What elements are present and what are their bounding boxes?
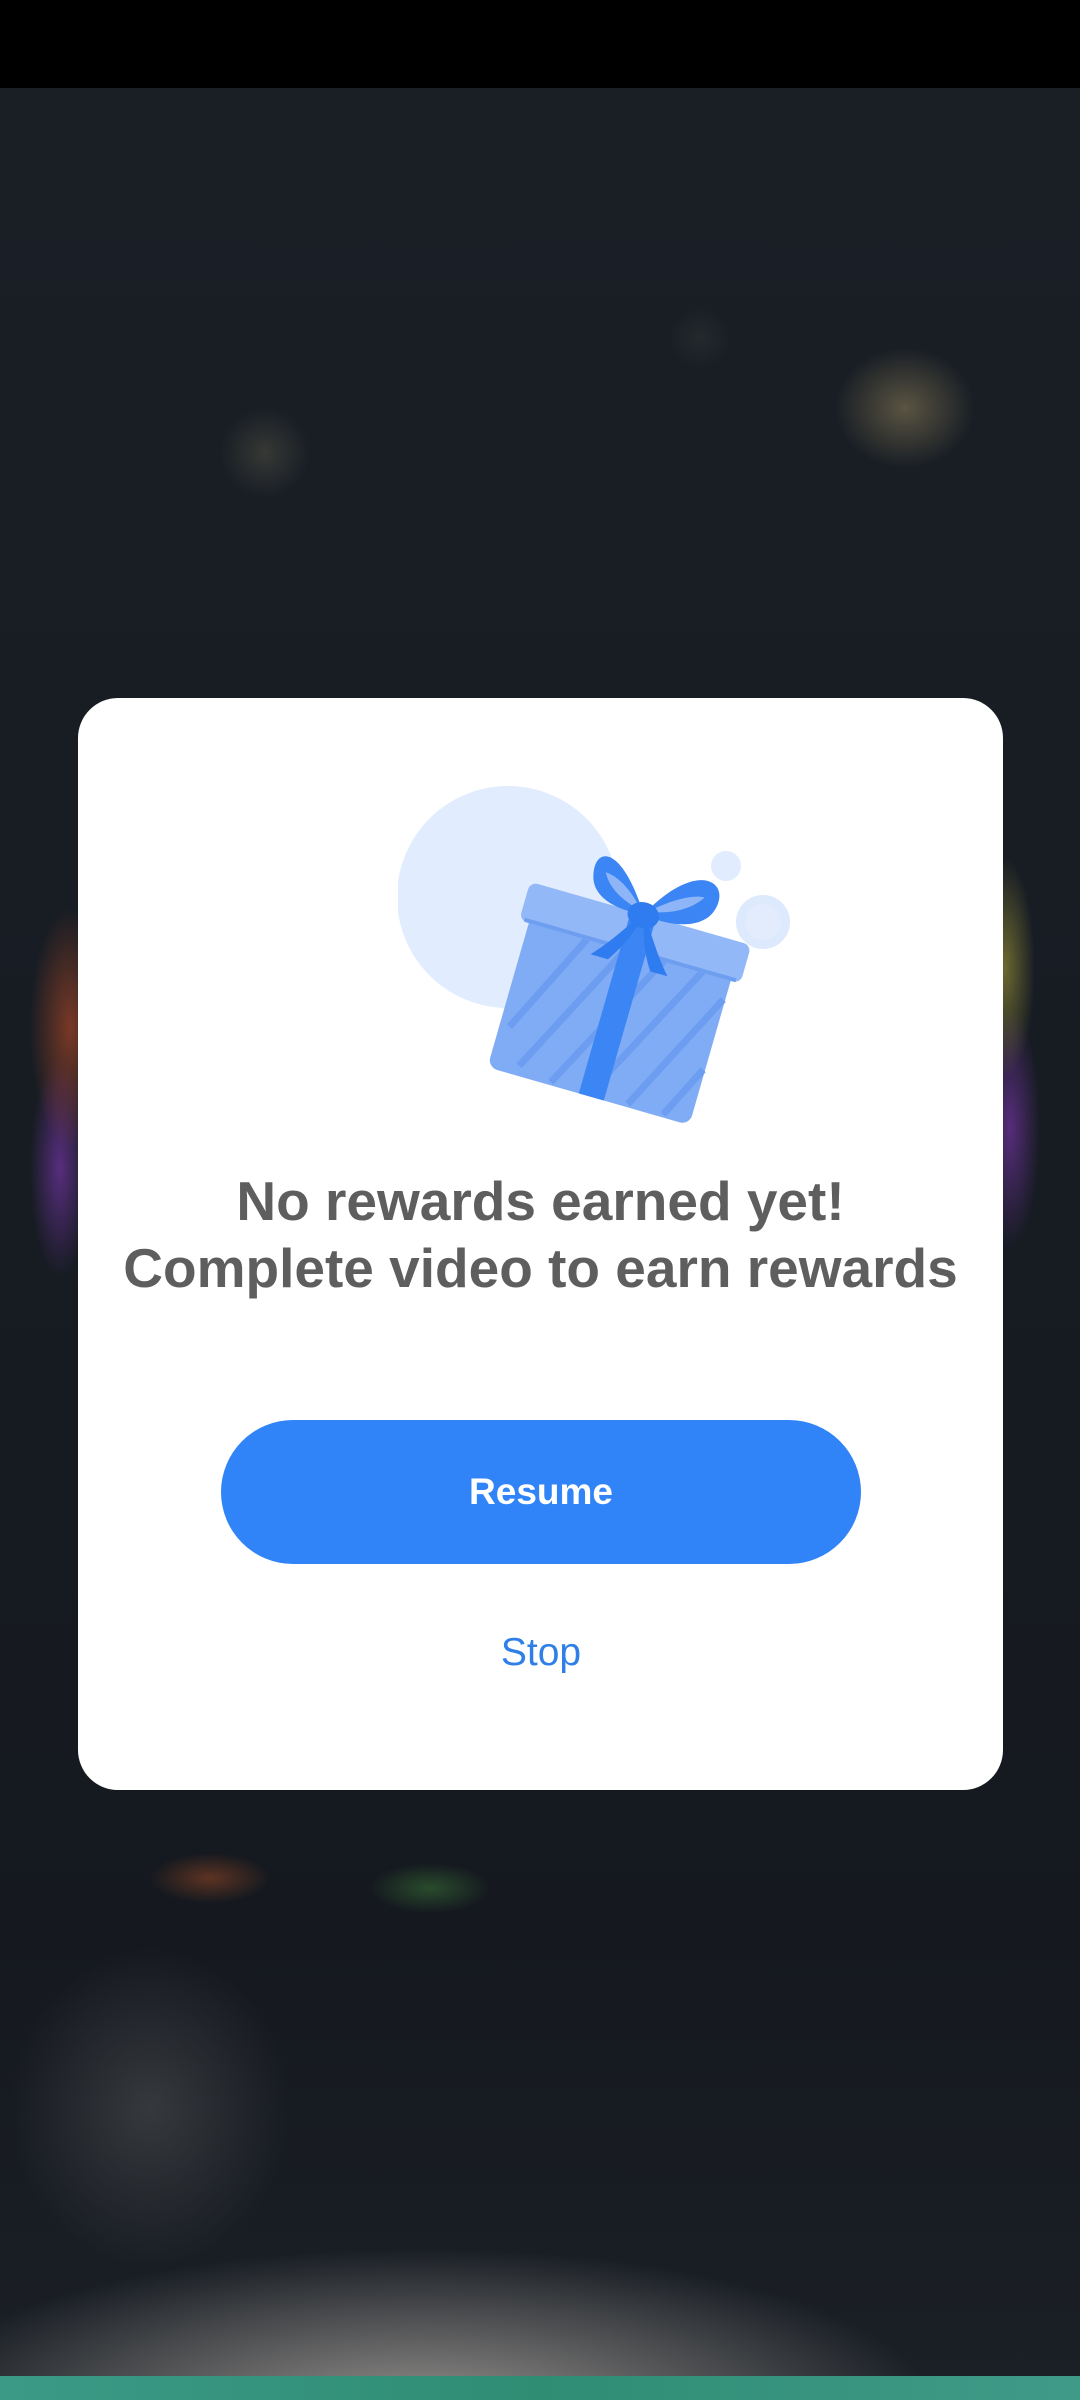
resume-button[interactable]: Resume [221,1420,861,1564]
gift-icon [398,786,790,1123]
rewards-dialog: No rewards earned yet! Complete video to… [78,698,1003,1790]
status-bar [0,0,1080,88]
bottom-strip [0,2376,1080,2400]
dialog-title: No rewards earned yet! Complete video to… [123,1170,958,1299]
stop-button[interactable]: Stop [441,1618,641,1688]
